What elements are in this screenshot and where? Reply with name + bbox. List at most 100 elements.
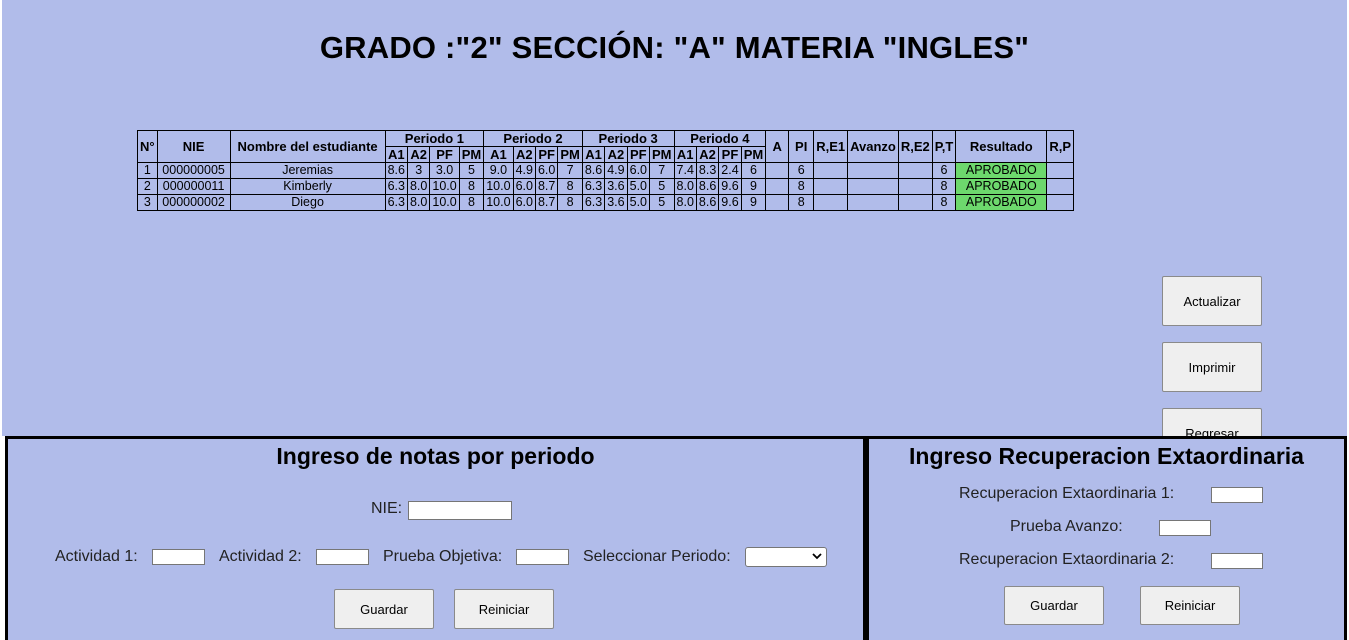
col-header-rp: R,P [1046, 130, 1074, 163]
period-grades-title: Ingreso de notas por periodo [276, 443, 595, 469]
prueba-objetiva-input[interactable] [516, 549, 569, 565]
cell-num: 1 [137, 162, 158, 179]
cell-p4-a2: 8.6 [695, 194, 720, 211]
cell-p2-a1: 10.0 [483, 194, 514, 211]
cell-re1 [813, 162, 849, 179]
col-header-p2-pm: PM [557, 146, 583, 163]
table-row: 2 000000011 Kimberly 6.3 8.0 10.0 8 10.0… [137, 178, 1074, 195]
cell-p2-pm: 8 [557, 178, 583, 195]
recuperacion-1-input[interactable] [1211, 487, 1263, 503]
prueba-avanzo-label: Prueba Avanzo: [1010, 518, 1123, 535]
cell-pi: 8 [788, 194, 815, 211]
col-header-p3-pf: PF [626, 146, 651, 163]
recuperacion-1-label: Recuperacion Extaordinaria 1: [959, 485, 1175, 502]
cell-p2-a2: 6.0 [512, 194, 536, 211]
actividad-2-label: Actividad 2: [219, 548, 302, 565]
col-header-re1: R,E1 [813, 130, 849, 163]
guardar-notas-button[interactable]: Guardar [334, 589, 434, 629]
cell-num: 3 [137, 194, 158, 211]
cell-pi: 8 [788, 178, 815, 195]
actualizar-button[interactable]: Actualizar [1162, 276, 1262, 326]
cell-avanzo [847, 162, 899, 179]
col-header-p1-pm: PM [458, 146, 485, 163]
cell-p4-pf: 2.4 [718, 162, 742, 179]
table-row: 3 000000002 Diego 6.3 8.0 10.0 8 10.0 6.… [137, 194, 1074, 211]
col-header-period-3: Periodo 3 [581, 130, 675, 147]
cell-p4-pm: 9 [740, 194, 767, 211]
cell-pt: 8 [931, 194, 957, 211]
cell-p3-a1: 6.3 [581, 194, 606, 211]
cell-rp [1046, 194, 1074, 211]
cell-p3-pm: 7 [649, 162, 675, 179]
cell-re2 [897, 194, 933, 211]
cell-p2-pm: 7 [557, 162, 583, 179]
cell-p3-pf: 5.0 [626, 194, 651, 211]
col-header-avanzo: Avanzo [847, 130, 899, 163]
cell-p4-pf: 9.6 [718, 194, 742, 211]
cell-p4-pf: 9.6 [718, 178, 742, 195]
cell-p1-a2: 8.0 [406, 194, 431, 211]
cell-p2-pf: 6.0 [534, 162, 559, 179]
cell-p2-pf: 8.7 [534, 194, 559, 211]
seleccionar-periodo-label: Seleccionar Periodo: [583, 548, 731, 565]
cell-p3-a1: 6.3 [581, 178, 606, 195]
cell-p1-a1: 8.6 [384, 162, 408, 179]
cell-re1 [813, 178, 849, 195]
guardar-recuperacion-button[interactable]: Guardar [1004, 586, 1104, 625]
status-badge: APROBADO [955, 194, 1048, 211]
actividad-2-input[interactable] [316, 549, 369, 565]
extraordinary-recovery-title: Ingreso Recuperacion Extaordinaria [909, 443, 1304, 469]
cell-p3-a2: 3.6 [604, 194, 628, 211]
cell-p3-a2: 3.6 [604, 178, 628, 195]
chevron-down-icon [812, 550, 822, 564]
col-header-re2: R,E2 [897, 130, 933, 163]
prueba-avanzo-input[interactable] [1159, 520, 1211, 536]
actividad-1-input[interactable] [152, 549, 205, 565]
periodo-select[interactable] [745, 547, 827, 567]
cell-p1-a1: 6.3 [384, 178, 408, 195]
imprimir-button[interactable]: Imprimir [1162, 342, 1262, 392]
reiniciar-notas-button[interactable]: Reiniciar [454, 589, 554, 629]
cell-re2 [897, 162, 933, 179]
col-header-p4-pf: PF [718, 146, 742, 163]
table-header-row: N° NIE Nombre del estudiante Periodo 1 P… [137, 130, 1074, 163]
col-header-p2-pf: PF [534, 146, 559, 163]
cell-p3-pm: 5 [649, 178, 675, 195]
cell-num: 2 [137, 178, 158, 195]
nie-input[interactable] [408, 501, 512, 520]
cell-p4-a2: 8.6 [695, 178, 720, 195]
col-header-p4-a2: A2 [695, 146, 720, 163]
cell-p2-pf: 8.7 [534, 178, 559, 195]
cell-nie: 000000005 [156, 162, 231, 179]
col-header-period-1: Periodo 1 [384, 130, 485, 147]
cell-rp [1046, 162, 1074, 179]
cell-avanzo [847, 194, 899, 211]
cell-p2-a2: 6.0 [512, 178, 536, 195]
cell-p4-pm: 9 [740, 178, 767, 195]
col-header-p2-a2: A2 [512, 146, 536, 163]
cell-rp [1046, 178, 1074, 195]
cell-p1-pf: 3.0 [429, 162, 460, 179]
col-header-p3-a2: A2 [604, 146, 628, 163]
cell-nie: 000000002 [156, 194, 231, 211]
col-header-a: A [765, 130, 790, 163]
col-header-p3-a1: A1 [581, 146, 606, 163]
cell-p1-pm: 5 [458, 162, 485, 179]
reiniciar-recuperacion-button[interactable]: Reiniciar [1140, 586, 1240, 625]
cell-re2 [897, 178, 933, 195]
col-header-nie: NIE [156, 130, 231, 163]
cell-p2-a1: 9.0 [483, 162, 514, 179]
cell-p1-pf: 10.0 [429, 194, 460, 211]
recuperacion-2-input[interactable] [1211, 553, 1263, 569]
cell-p3-a1: 8.6 [581, 162, 606, 179]
cell-avanzo [847, 178, 899, 195]
regresar-button[interactable]: Regresar [1162, 408, 1262, 436]
cell-pt: 6 [931, 162, 957, 179]
col-header-p1-a1: A1 [384, 146, 408, 163]
cell-p1-pm: 8 [458, 178, 485, 195]
cell-pi: 6 [788, 162, 815, 179]
col-header-pt: P,T [931, 130, 957, 163]
cell-p1-pf: 10.0 [429, 178, 460, 195]
cell-re1 [813, 194, 849, 211]
grades-view: GRADO :"2" SECCIÓN: "A" MATERIA "INGLES"… [2, 0, 1347, 436]
